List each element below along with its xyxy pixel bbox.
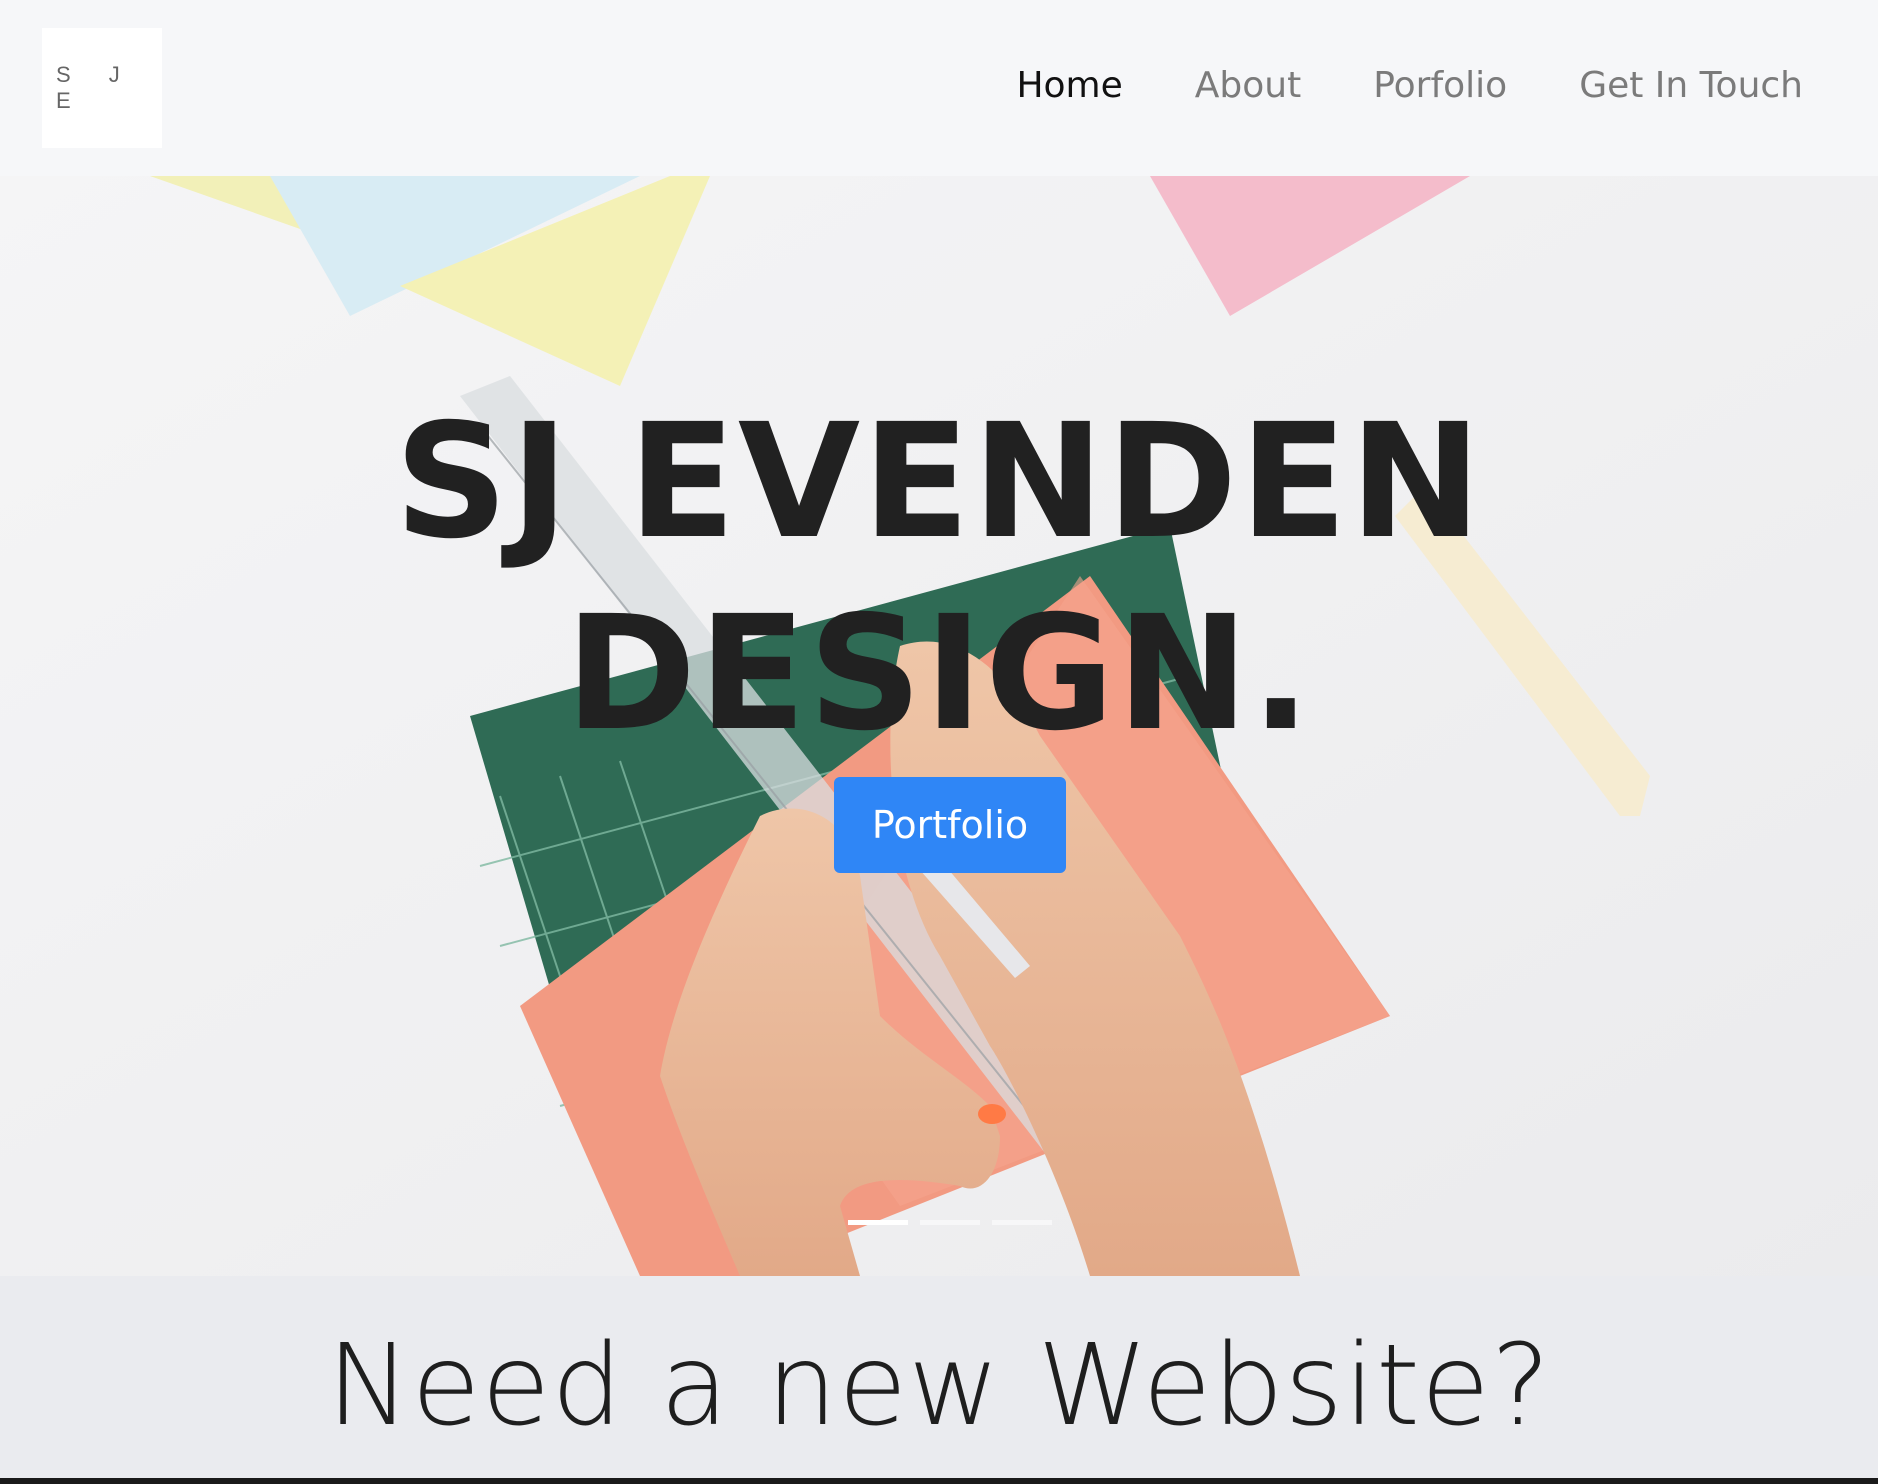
hero-carousel: SJ EVENDEN DESIGN. Portfolio <box>0 176 1878 1276</box>
nav-link-portfolio[interactable]: Porfolio <box>1373 60 1507 112</box>
hero-title-line-1: SJ EVENDEN <box>394 390 1484 574</box>
navbar: S J E Home About Porfolio Get In Touch <box>0 0 1878 176</box>
logo-text: S J E <box>56 62 136 113</box>
nav-link-home[interactable]: Home <box>1016 60 1122 112</box>
nav-links: Home About Porfolio Get In Touch <box>1016 60 1803 112</box>
hero-title: SJ EVENDEN DESIGN. <box>0 386 1878 770</box>
hero-title-line-2: DESIGN. <box>565 582 1313 766</box>
portfolio-button[interactable]: Portfolio <box>834 777 1066 873</box>
page: S J E Home About Porfolio Get In Touch S… <box>0 0 1878 1484</box>
tagline-section: Need a new Website? <box>0 1276 1878 1484</box>
carousel-indicator-1[interactable] <box>848 1220 908 1225</box>
carousel-indicators <box>848 1220 1052 1225</box>
logo[interactable]: S J E <box>42 28 162 148</box>
carousel-indicator-3[interactable] <box>992 1220 1052 1225</box>
carousel-indicator-2[interactable] <box>920 1220 980 1225</box>
bottom-edge <box>0 1478 1878 1484</box>
nav-link-get-in-touch[interactable]: Get In Touch <box>1579 60 1803 112</box>
nav-link-about[interactable]: About <box>1195 60 1301 112</box>
tagline-heading: Need a new Website? <box>326 1321 1552 1451</box>
